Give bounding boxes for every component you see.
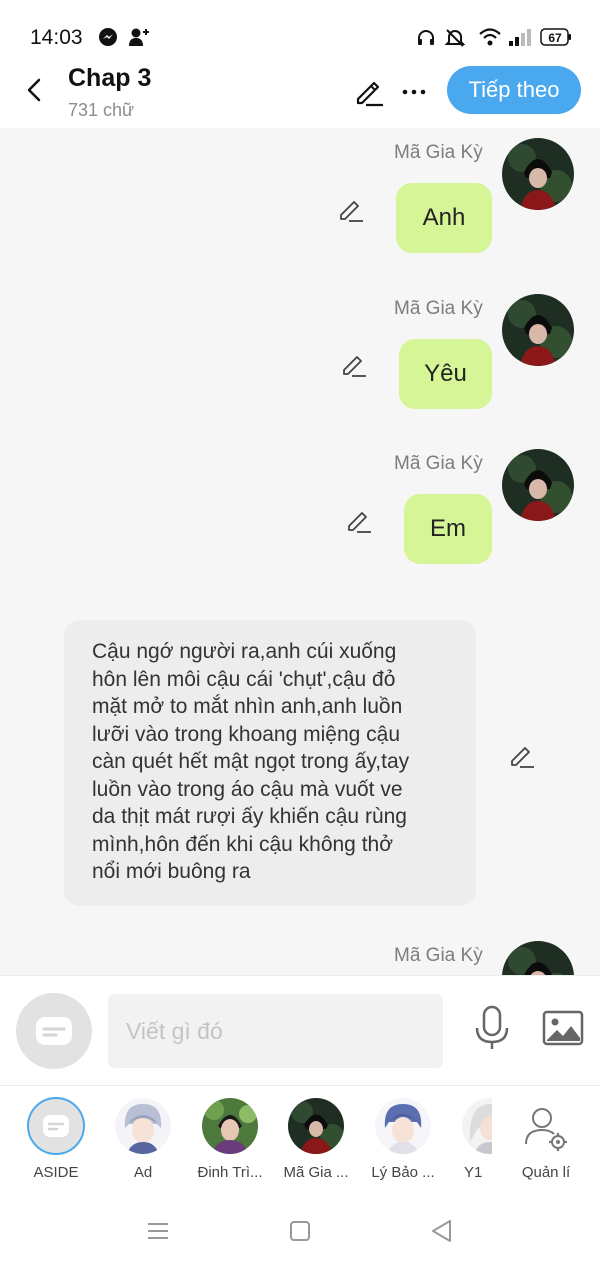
character-ma-gia[interactable]: Mã Gia ...: [276, 1096, 356, 1188]
edit-narration-icon[interactable]: [508, 741, 536, 769]
home-icon[interactable]: [286, 1217, 314, 1245]
more-options-icon[interactable]: [400, 78, 428, 106]
character-manage[interactable]: Quản lí: [506, 1096, 586, 1188]
avatar[interactable]: [502, 294, 574, 366]
character-ad[interactable]: Ad: [103, 1096, 183, 1188]
edit-message-icon[interactable]: [345, 506, 373, 534]
narration-line: hôn lên môi cậu cái 'chụt',cậu đỏ: [92, 667, 396, 691]
character-bar: ASIDE Ad Đinh Trì... Mã Gia ... Lý Bảo .…: [0, 1085, 600, 1195]
chat-area[interactable]: Mã Gia Kỳ Anh Mã Gia Kỳ Yêu Mã Gia Kỳ Em…: [0, 128, 600, 975]
message-bubble[interactable]: Anh: [396, 183, 492, 253]
avatar: [115, 1098, 171, 1154]
message-bubble[interactable]: Yêu: [399, 339, 492, 409]
message-author: Mã Gia Kỳ: [394, 945, 483, 966]
avatar[interactable]: [502, 138, 574, 210]
message-author: Mã Gia Kỳ: [394, 453, 483, 474]
aside-toggle-button[interactable]: [16, 993, 92, 1069]
narration-line: càn quét hết mật ngọt trong ấy,tay: [92, 750, 410, 773]
narration-line: luồn vào trong áo cậu mà vuốt ve: [92, 777, 403, 801]
character-aside[interactable]: ASIDE: [16, 1096, 96, 1188]
narration-line: da thịt mát rượi ấy khiến cậu rùng: [92, 805, 407, 828]
chat-bubble-icon: [27, 1097, 85, 1155]
image-icon[interactable]: [542, 1008, 584, 1048]
character-label: Mã Gia ...: [283, 1164, 349, 1181]
narration-line: lưỡi vào trong khoang miệng cậu: [92, 722, 401, 746]
character-label: Lý Bảo ...: [371, 1164, 435, 1181]
avatar: [288, 1098, 344, 1154]
character-dinh-tri[interactable]: Đinh Trì...: [190, 1096, 270, 1188]
user-gear-icon: [518, 1098, 574, 1154]
status-time: 14:03: [30, 26, 83, 49]
character-y1[interactable]: Y1: [444, 1096, 492, 1188]
chapter-title: Chap 3: [68, 64, 152, 92]
system-nav-bar: [0, 1195, 600, 1267]
word-count: 731 chữ: [68, 100, 135, 120]
message-bubble[interactable]: Em: [404, 494, 492, 564]
message-input[interactable]: [108, 994, 443, 1068]
messenger-icon: [98, 27, 118, 52]
battery-level: 67: [548, 31, 562, 45]
narration-line: nổi mới buông ra: [92, 860, 251, 883]
character-label: Ad: [133, 1164, 153, 1181]
next-button[interactable]: Tiếp theo: [447, 66, 581, 114]
avatar[interactable]: [502, 941, 574, 975]
add-contact-icon: [128, 26, 150, 53]
wifi-icon: [478, 27, 502, 52]
message-author: Mã Gia Kỳ: [394, 142, 483, 163]
message-author: Mã Gia Kỳ: [394, 298, 483, 319]
narration-line: Cậu ngớ người ra,anh cúi xuống: [92, 640, 397, 663]
character-label: ASIDE: [33, 1164, 79, 1181]
mute-bell-icon: [444, 27, 466, 54]
edit-pencil-icon[interactable]: [352, 74, 386, 108]
avatar: [375, 1098, 431, 1154]
avatar: [202, 1098, 258, 1154]
status-bar: 14:03 67: [0, 0, 600, 60]
microphone-icon[interactable]: [472, 1004, 512, 1052]
headphones-icon: [416, 28, 436, 53]
narration-line: mình,hôn đến khi cậu không thở: [92, 832, 393, 856]
avatar[interactable]: [502, 449, 574, 521]
menu-icon[interactable]: [144, 1217, 172, 1245]
signal-icon: [508, 28, 532, 51]
character-label: Đinh Trì...: [197, 1164, 263, 1181]
character-label: Quản lí: [521, 1164, 571, 1181]
narration-bubble[interactable]: Cậu ngớ người ra,anh cúi xuống hôn lên m…: [64, 620, 476, 906]
back-arrow-icon[interactable]: [18, 72, 54, 108]
character-label: Y1: [464, 1164, 483, 1181]
edit-message-icon[interactable]: [337, 195, 365, 223]
character-ly-bao[interactable]: Lý Bảo ...: [363, 1096, 443, 1188]
narration-line: mặt mở to mắt nhìn anh,anh luồn: [92, 695, 403, 718]
avatar: [462, 1098, 492, 1154]
back-icon[interactable]: [428, 1217, 456, 1245]
edit-message-icon[interactable]: [340, 350, 368, 378]
top-bar: Chap 3 731 chữ Tiếp theo: [0, 60, 600, 128]
composer: [0, 975, 600, 1085]
